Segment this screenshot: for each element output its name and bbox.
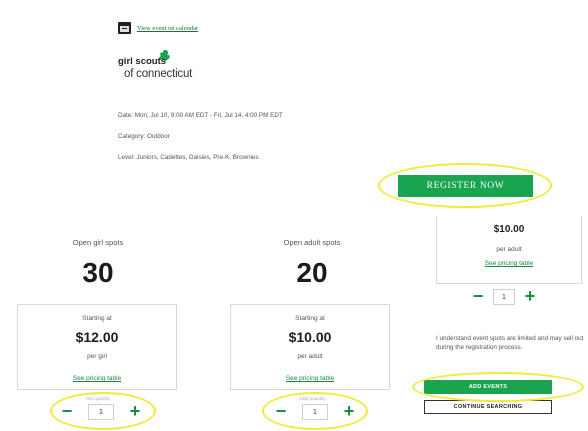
right-minus-button[interactable]: −	[471, 287, 485, 307]
logo-line1: girl scouts	[118, 56, 167, 67]
add-events-button[interactable]: ADD EVENTS	[424, 380, 552, 394]
right-price: $10.00	[493, 224, 525, 235]
adult-pricing-link[interactable]: See pricing table	[231, 375, 389, 382]
adult-starting-label: Starting at	[295, 315, 325, 322]
adult-quantity-input[interactable]	[302, 404, 328, 420]
girl-minus-button[interactable]: −	[60, 402, 74, 422]
girl-scouts-logo: girl scouts of connecticut	[118, 50, 258, 90]
event-category: Category: Outdoor	[118, 133, 170, 140]
right-quantity-stepper[interactable]: − +	[471, 287, 537, 307]
girl-spots-label: Open girl spots	[72, 238, 124, 247]
right-price-card: $10.00 per adult See pricing table	[436, 216, 582, 284]
right-per-label: per adult	[496, 246, 522, 253]
right-pricing-link[interactable]: See pricing table	[437, 260, 581, 267]
event-level: Level: Juniors, Cadettes, Daisies, Pre-K…	[118, 154, 259, 161]
girl-starting-label: Starting at	[82, 315, 112, 322]
right-plus-button[interactable]: +	[523, 287, 537, 307]
adult-spots-label: Open adult spots	[283, 238, 341, 247]
event-date: Date: Mon, Jul 10, 9:00 AM EDT - Fri, Ju…	[118, 112, 283, 119]
girl-price-card: Starting at $12.00 per girl See pricing …	[17, 304, 177, 390]
girl-plus-button[interactable]: +	[128, 402, 142, 422]
right-quantity-input[interactable]	[493, 289, 515, 305]
girl-qty-caption: Girl quantity	[85, 396, 110, 401]
girl-spots-count: 30	[82, 257, 114, 288]
girl-price: $12.00	[75, 329, 119, 345]
adult-quantity-stepper[interactable]: − +	[274, 402, 356, 422]
girl-quantity-input[interactable]	[88, 404, 114, 420]
adult-minus-button[interactable]: −	[274, 402, 288, 422]
logo-line2: of connecticut	[124, 68, 193, 80]
adult-price-card: Starting at $10.00 per adult See pricing…	[230, 304, 390, 390]
calendar-icon	[118, 22, 131, 34]
view-calendar-link[interactable]: View event on calendar	[118, 22, 198, 34]
adult-qty-caption: Adult quantity	[298, 396, 326, 401]
adult-plus-button[interactable]: +	[342, 402, 356, 422]
terms-notice: I understand event spots are limited and…	[436, 335, 584, 351]
adult-spots-count: 20	[296, 257, 328, 288]
girl-quantity-stepper[interactable]: − +	[60, 402, 142, 422]
continue-searching-button[interactable]: CONTINUE SEARCHING	[424, 400, 552, 414]
adult-price: $10.00	[288, 329, 332, 345]
register-now-button[interactable]: REGISTER NOW	[398, 175, 533, 197]
adult-per-label: per adult	[297, 353, 323, 360]
view-calendar-label[interactable]: View event on calendar	[137, 25, 198, 32]
girl-pricing-link[interactable]: See pricing table	[18, 375, 176, 382]
girl-per-label: per girl	[87, 353, 107, 360]
